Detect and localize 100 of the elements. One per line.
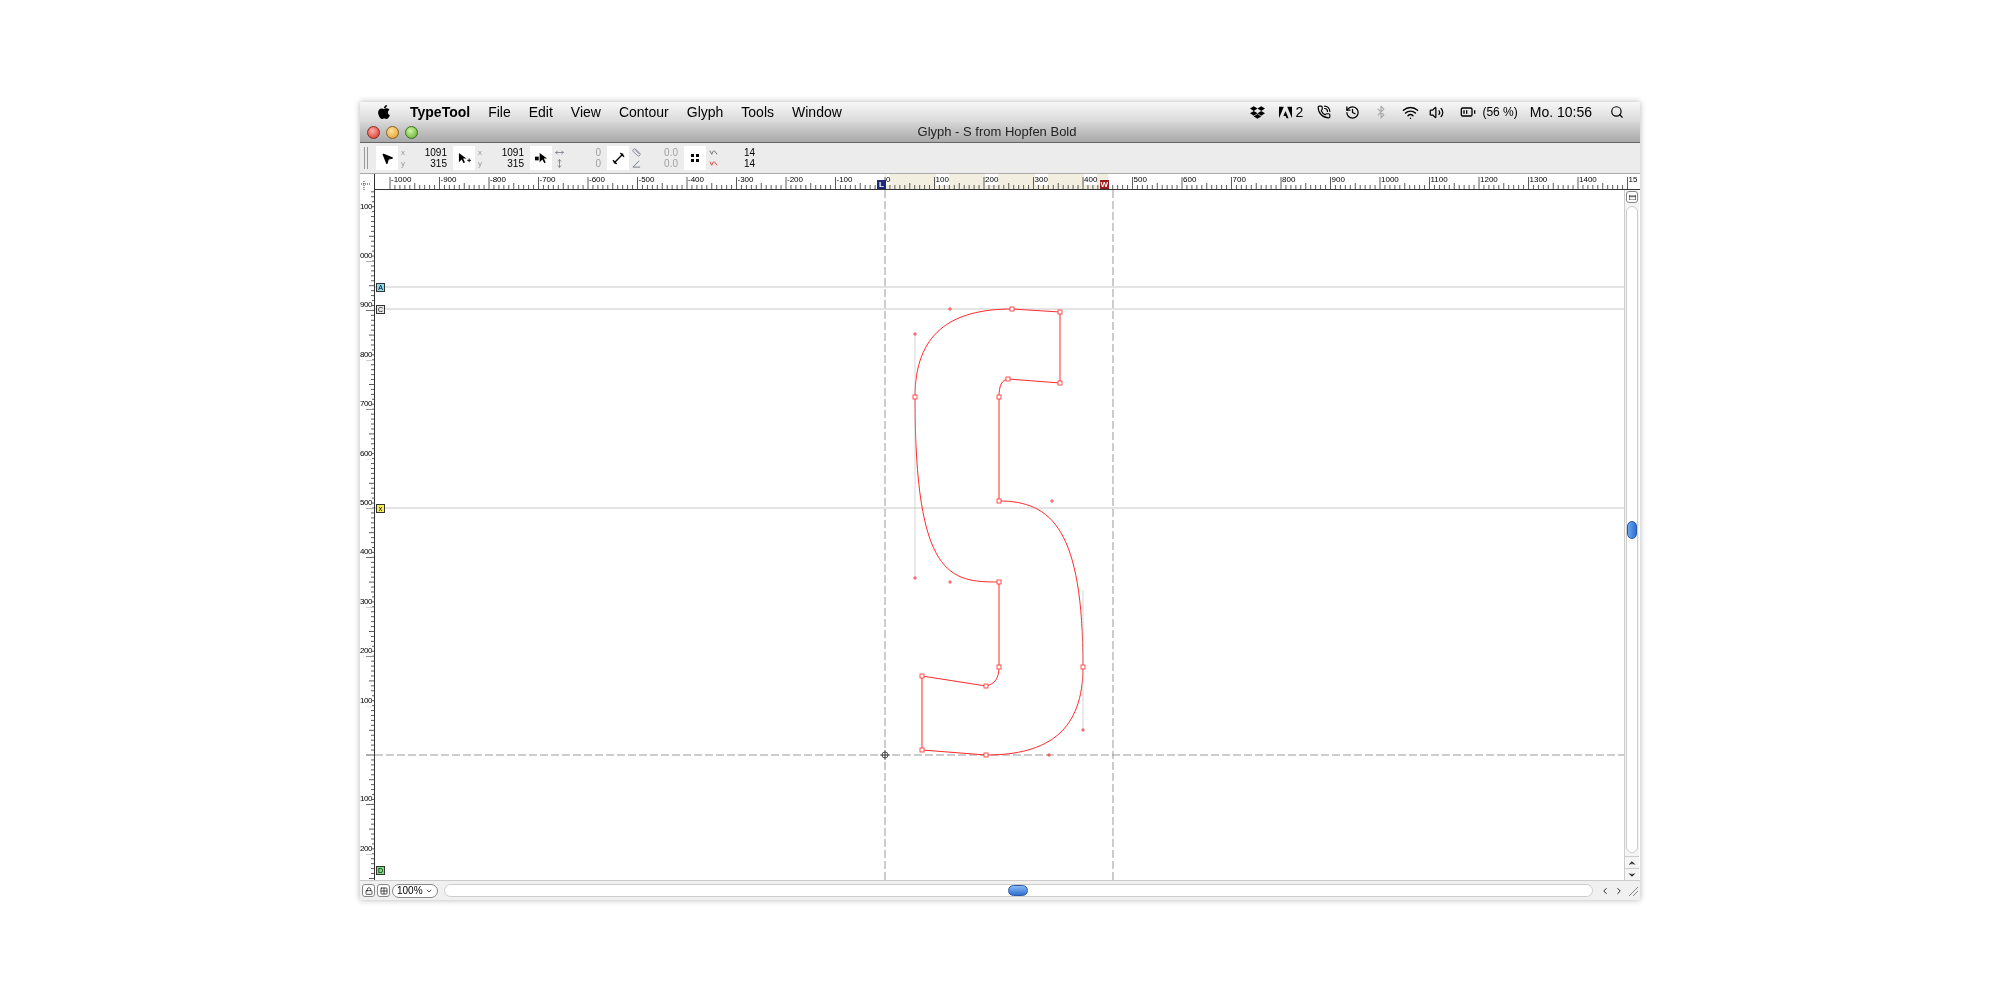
resize-grip-icon[interactable] [1627, 884, 1639, 897]
close-button[interactable] [367, 125, 380, 139]
vertical-move-icon [555, 159, 564, 168]
toolbar-value: 315 [507, 158, 524, 169]
clock[interactable]: Mo. 10:56 [1529, 101, 1592, 123]
minimize-button[interactable] [386, 125, 399, 139]
window-title: Glyph - S from Hopfen Bold [917, 123, 1077, 142]
ruler-label: 1100 [1430, 174, 1448, 185]
ruler-label: 15 [1628, 174, 1638, 185]
menu-item[interactable]: Window [792, 101, 842, 123]
ruler-label: -400 [688, 174, 704, 185]
split-button[interactable] [1626, 191, 1638, 203]
phone-icon[interactable] [1317, 105, 1332, 119]
ruler-label: -1000 [391, 174, 412, 185]
menu-item[interactable]: View [570, 101, 601, 123]
ruler-label: 800 [1282, 174, 1296, 185]
split-icon [1628, 194, 1636, 200]
toolbar-value: 315 [430, 158, 447, 169]
tool-button[interactable] [684, 146, 706, 170]
ruler-label: -300 [737, 174, 754, 185]
ruler-label: 0 [886, 174, 891, 185]
ruler-icon [632, 148, 641, 157]
ruler-label: 200 [985, 174, 999, 185]
scroll-thumb[interactable] [1008, 885, 1029, 896]
kerning-icon [709, 148, 718, 157]
volume-icon[interactable] [1429, 104, 1445, 120]
axis-label: x [401, 147, 405, 158]
search-icon[interactable] [1610, 105, 1624, 119]
pointer-icon[interactable] [380, 151, 394, 165]
ruler-label: 700 [1232, 174, 1246, 185]
grid-dots-icon[interactable] [690, 153, 700, 163]
ruler-label: 000 [360, 250, 372, 261]
ruler-label: 400 [360, 546, 372, 558]
zoom-button[interactable] [405, 125, 418, 139]
toolbar-value: 1091 [424, 147, 447, 158]
lock-icon [364, 886, 373, 895]
ruler-label: -500 [638, 174, 655, 185]
ruler-label: 500 [1133, 174, 1147, 185]
guide-marker[interactable]: L [877, 180, 886, 189]
toolbar-value: 0.0 [664, 158, 678, 169]
tool-button[interactable] [530, 146, 552, 170]
apple-icon[interactable] [376, 104, 392, 120]
ruler-label: 1300 [1529, 174, 1548, 185]
ruler-label: -900 [440, 174, 457, 185]
grid-icon [379, 886, 388, 895]
horizontal-move-icon [555, 148, 564, 157]
scroll-up-button[interactable] [1625, 856, 1639, 868]
ruler-label: -600 [589, 174, 605, 185]
horizontal-scrollbar[interactable] [443, 884, 1593, 897]
pointer-plus-icon[interactable] [457, 151, 471, 165]
ruler-label: 100 [360, 200, 372, 212]
axis-label: y [478, 158, 482, 169]
menu-item[interactable]: Contour [618, 101, 669, 123]
ruler-label: 1200 [1480, 174, 1498, 185]
node-pointer-icon[interactable] [534, 151, 548, 165]
menu-item[interactable]: Tools [741, 101, 774, 123]
ruler-label: 800 [360, 348, 372, 360]
kerning-icon [709, 159, 718, 168]
tool-button[interactable] [376, 146, 398, 170]
dropbox-icon[interactable] [1249, 104, 1265, 120]
axis-label: x [478, 147, 482, 158]
ruler-label: 300 [360, 595, 372, 607]
ruler-label: 200 [360, 645, 372, 657]
toolbar-value: 1091 [501, 147, 524, 158]
toolbar-value: 14 [743, 158, 755, 169]
ruler-label: -100 [836, 174, 853, 185]
app-menu[interactable]: TypeTool [410, 101, 471, 123]
grid-button[interactable] [377, 884, 390, 897]
adobe-icon[interactable] [1278, 105, 1292, 119]
guide-marker[interactable]: W [1099, 180, 1109, 189]
time-machine-icon[interactable] [1345, 104, 1361, 120]
ruler-label: 100 [360, 694, 372, 706]
ruler-label: 1000 [1381, 174, 1399, 185]
ruler-label: -700 [539, 174, 556, 185]
ruler-label: 700 [360, 398, 372, 410]
scroll-thumb[interactable] [1627, 520, 1637, 539]
ruler-label: 400 [1084, 174, 1098, 185]
ruler-label: 900 [360, 299, 372, 311]
ruler-label: 100 [935, 174, 949, 185]
ruler-label: 1400 [1579, 174, 1597, 185]
zoom-dropdown[interactable]: 100% [392, 883, 438, 898]
measure-icon[interactable] [611, 151, 625, 165]
menu-item[interactable]: Glyph [686, 101, 724, 123]
ruler-label: 300 [1034, 174, 1048, 185]
lock-button[interactable] [362, 884, 375, 897]
axis-label: y [401, 158, 405, 169]
ruler-label: 600 [360, 447, 372, 459]
tool-button[interactable] [453, 146, 475, 170]
ruler-label: 100 [360, 793, 372, 805]
menu-item[interactable]: Edit [528, 101, 553, 123]
vertical-scrollbar[interactable] [1624, 190, 1639, 880]
ruler-label: -800 [490, 174, 506, 185]
origin-icon [879, 749, 891, 761]
toolbar-value: 0.0 [664, 147, 678, 158]
tool-button[interactable] [607, 146, 629, 170]
toolbar-value: 14 [743, 147, 755, 158]
ruler-label: 200 [360, 842, 372, 854]
menu-item[interactable]: File [488, 101, 511, 123]
ruler-corner[interactable] [360, 174, 375, 190]
ruler-label: 500 [360, 497, 372, 508]
